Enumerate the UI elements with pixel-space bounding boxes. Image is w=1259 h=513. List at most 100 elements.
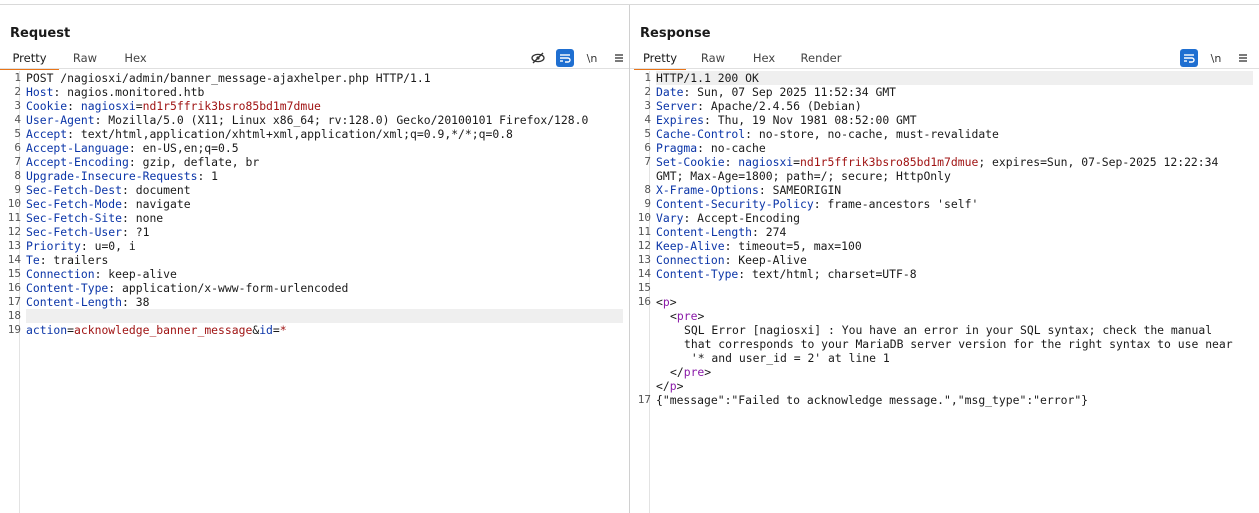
header-value: Keep-Alive: [731, 253, 807, 267]
request-editor[interactable]: 1 POST /nagiosxi/admin/banner_message-aja…: [0, 71, 629, 513]
wrap-icon[interactable]: [556, 49, 574, 67]
line-number: 17: [7, 295, 21, 308]
header-name: Te: [26, 253, 40, 267]
html-tag: p: [662, 295, 670, 309]
eye-slash-icon[interactable]: [529, 49, 547, 67]
header-value: Accept-Encoding: [690, 211, 801, 225]
header-name: Sec-Fetch-User: [26, 225, 123, 239]
code-line: 7 Accept-Encoding: gzip, deflate, br: [14, 155, 621, 169]
header-value: Apache/2.4.56 (Debian): [704, 99, 862, 113]
code-line: 4 Expires: Thu, 19 Nov 1981 08:52:00 GMT: [644, 113, 1251, 127]
code-line: 12 Keep-Alive: timeout=5, max=100: [638, 239, 1251, 253]
code-line: '* and user_id = 2' at line 1: [656, 351, 1251, 365]
code-line: 15 Connection: keep-alive: [8, 267, 621, 281]
response-tabs: Pretty Raw Hex Render: [634, 48, 854, 70]
code-line: 9 Content-Security-Policy: frame-ancestor…: [644, 197, 1251, 211]
code-line: 6 Accept-Language: en-US,en;q=0.5: [14, 141, 621, 155]
line-text: GMT; Max-Age=1800; path=/; secure; HttpO…: [656, 169, 951, 183]
header-name: Pragma: [656, 141, 698, 155]
line-number: 17: [637, 393, 651, 406]
line-number: 6: [14, 141, 21, 154]
param-value: acknowledge_banner_message: [74, 323, 253, 337]
tab-pretty[interactable]: Pretty: [634, 48, 686, 70]
header-value: SAMEORIGIN: [765, 183, 842, 197]
code-line: 6 Pragma: no-cache: [644, 141, 1251, 155]
line-number: 6: [644, 141, 651, 154]
header-name: Cache-Control: [656, 127, 746, 141]
tab-pretty[interactable]: Pretty: [0, 48, 59, 70]
header-name: Content-Security-Policy: [656, 197, 814, 211]
header-name: Upgrade-Insecure-Requests: [26, 169, 198, 183]
header-value: Sun, 07 Sep 2025 11:52:34 GMT: [690, 85, 897, 99]
header-value: navigate: [128, 197, 191, 211]
header-name: Server: [656, 99, 698, 113]
line-number: 2: [14, 85, 21, 98]
wrap-icon[interactable]: [1180, 49, 1198, 67]
header-value: [74, 99, 81, 113]
header-name: Sec-Fetch-Mode: [26, 197, 123, 211]
newline-icon[interactable]: \n: [1207, 49, 1225, 67]
code-line: 16 Content-Type: application/x-www-form-u…: [8, 281, 621, 295]
header-value: 274: [758, 225, 787, 239]
code-line: GMT; Max-Age=1800; path=/; secure; HttpO…: [656, 169, 1251, 183]
code-line: 18: [8, 309, 623, 323]
tab-raw[interactable]: Raw: [686, 48, 740, 70]
tab-hex[interactable]: Hex: [740, 48, 788, 70]
line-number: 7: [644, 155, 651, 168]
code-line: 1 HTTP/1.1 200 OK: [644, 71, 1253, 85]
header-value: trailers: [46, 253, 109, 267]
request-code[interactable]: 1 POST /nagiosxi/admin/banner_message-aja…: [8, 71, 623, 337]
response-code[interactable]: 1 HTTP/1.1 200 OK 2 Date: Sun, 07 Sep 2025 …: [638, 71, 1253, 407]
request-toolbar: \n: [520, 49, 628, 67]
header-name: Content-Length: [26, 295, 123, 309]
header-value: 1: [204, 169, 219, 183]
header-name: Host: [26, 85, 54, 99]
code-line: 8 Upgrade-Insecure-Requests: 1: [14, 169, 621, 183]
header-name: Expires: [656, 113, 705, 127]
header-name: Vary: [656, 211, 684, 225]
line-number: 12: [7, 225, 21, 238]
response-editor[interactable]: 1 HTTP/1.1 200 OK 2 Date: Sun, 07 Sep 2025 …: [630, 71, 1259, 513]
header-name: Set-Cookie: [656, 155, 725, 169]
code-line: 5 Accept: text/html,application/xhtml+xml…: [14, 127, 621, 141]
newline-icon[interactable]: \n: [583, 49, 601, 67]
line-number: 5: [644, 127, 651, 140]
header-value: Thu, 19 Nov 1981 08:52:00 GMT: [710, 113, 917, 127]
code-line: 2 Host: nagios.monitored.htb: [14, 85, 621, 99]
response-toolbar: \n: [1171, 49, 1252, 67]
line-text: HTTP/1.1 200 OK: [656, 71, 759, 85]
code-line: 13 Connection: Keep-Alive: [638, 253, 1251, 267]
header-value: text/html; charset=UTF-8: [745, 267, 917, 281]
line-number: 10: [637, 211, 651, 224]
header-value: text/html,application/xhtml+xml,applicat…: [74, 127, 513, 141]
tab-render[interactable]: Render: [788, 48, 854, 70]
line-number: 13: [637, 253, 651, 266]
line-text: {"message":"Failed to acknowledge messag…: [656, 393, 1089, 407]
code-line: 3 Server: Apache/2.4.56 (Debian): [644, 99, 1251, 113]
line-number: 5: [14, 127, 21, 140]
header-name: Connection: [26, 267, 95, 281]
line-number: 19: [7, 323, 21, 336]
html-tag: pre: [676, 309, 698, 323]
tab-hex[interactable]: Hex: [111, 48, 160, 70]
tab-raw[interactable]: Raw: [59, 48, 111, 70]
cookie-value: nd1r5ffrik3bsro85bd1m7dmue: [142, 99, 321, 113]
menu-icon[interactable]: [610, 49, 628, 67]
code-line: 9 Sec-Fetch-Dest: document: [14, 183, 621, 197]
line-number: 1: [14, 71, 21, 84]
param-value: *: [279, 323, 287, 337]
line-text: POST /nagiosxi/admin/banner_message-ajax…: [26, 71, 431, 85]
code-line: 17 Content-Length: 38: [8, 295, 621, 309]
menu-icon[interactable]: [1234, 49, 1252, 67]
header-name: Sec-Fetch-Site: [26, 211, 123, 225]
header-name: Accept: [26, 127, 68, 141]
header-value: none: [128, 211, 164, 225]
header-value: keep-alive: [101, 267, 177, 281]
code-line: 13 Priority: u=0, i: [8, 239, 621, 253]
header-value: u=0, i: [87, 239, 136, 253]
code-line: </pre>: [670, 365, 712, 379]
cookie-name: nagiosxi: [80, 99, 136, 113]
code-line: 12 Sec-Fetch-User: ?1: [8, 225, 621, 239]
line-number: 11: [637, 225, 651, 238]
code-line: 4 User-Agent: Mozilla/5.0 (X11; Linux x86…: [14, 113, 621, 127]
